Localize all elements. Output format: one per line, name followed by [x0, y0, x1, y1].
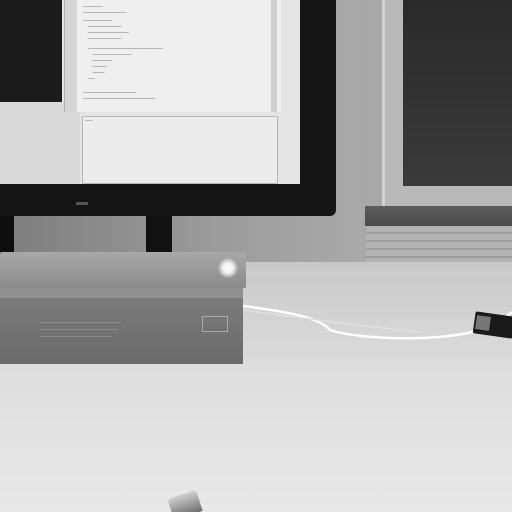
usb-cable — [242, 304, 512, 340]
photo-scene: ──────── ────────────────── ────────────… — [0, 0, 512, 512]
usb-connector — [475, 315, 491, 331]
